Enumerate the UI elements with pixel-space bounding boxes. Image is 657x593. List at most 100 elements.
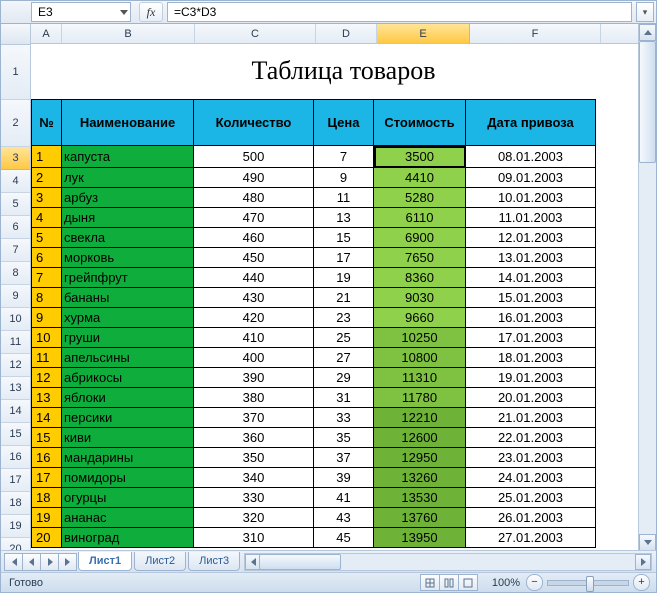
cell-num[interactable]: 8 (32, 288, 62, 308)
col-header-extra[interactable] (601, 24, 642, 44)
row-header-13[interactable]: 13 (1, 377, 31, 400)
row-header-4[interactable]: 4 (1, 170, 31, 193)
cell-price[interactable]: 11 (314, 188, 374, 208)
name-box-dropdown-icon[interactable] (120, 10, 128, 15)
cell-price[interactable]: 29 (314, 368, 374, 388)
zoom-in-button[interactable]: + (633, 574, 650, 591)
cell-date[interactable]: 10.01.2003 (466, 188, 596, 208)
zoom-percent[interactable]: 100% (492, 577, 520, 589)
cell-cost[interactable]: 12600 (374, 428, 466, 448)
col-header-D[interactable]: D (316, 24, 377, 44)
cell-date[interactable]: 15.01.2003 (466, 288, 596, 308)
cell-date[interactable]: 12.01.2003 (466, 228, 596, 248)
cell-date[interactable]: 17.01.2003 (466, 328, 596, 348)
cell-cost[interactable]: 13950 (374, 528, 466, 548)
cell-name[interactable]: виноград (62, 528, 194, 548)
cell-num[interactable]: 3 (32, 188, 62, 208)
cell-date[interactable]: 19.01.2003 (466, 368, 596, 388)
cell-cost[interactable]: 6110 (374, 208, 466, 228)
horizontal-scrollbar[interactable] (244, 553, 652, 571)
cell-qty[interactable]: 500 (194, 146, 314, 168)
row-header-1[interactable]: 1 (1, 45, 31, 100)
zoom-knob[interactable] (586, 576, 594, 592)
cell-name[interactable]: груши (62, 328, 194, 348)
formula-input[interactable]: =C3*D3 (167, 2, 632, 22)
cell-num[interactable]: 14 (32, 408, 62, 428)
cell-name[interactable]: огурцы (62, 488, 194, 508)
row-header-11[interactable]: 11 (1, 331, 31, 354)
cell-price[interactable]: 41 (314, 488, 374, 508)
cell-price[interactable]: 27 (314, 348, 374, 368)
cell-qty[interactable]: 340 (194, 468, 314, 488)
cell-cost[interactable]: 13260 (374, 468, 466, 488)
scroll-thumb[interactable] (639, 41, 656, 163)
row-header-2[interactable]: 2 (1, 100, 31, 147)
col-cost[interactable]: Стоимость (374, 100, 466, 146)
cell-qty[interactable]: 390 (194, 368, 314, 388)
cell-price[interactable]: 23 (314, 308, 374, 328)
zoom-slider[interactable] (547, 580, 629, 586)
row-header-14[interactable]: 14 (1, 400, 31, 423)
cell-name[interactable]: мандарины (62, 448, 194, 468)
vertical-scrollbar[interactable] (638, 24, 656, 551)
col-qty[interactable]: Количество (194, 100, 314, 146)
cell-price[interactable]: 7 (314, 146, 374, 168)
cell-date[interactable]: 14.01.2003 (466, 268, 596, 288)
cell-price[interactable]: 13 (314, 208, 374, 228)
cell-price[interactable]: 17 (314, 248, 374, 268)
cell-num[interactable]: 5 (32, 228, 62, 248)
sheet-tab-Лист1[interactable]: Лист1 (78, 552, 132, 571)
cell-cost[interactable]: 9030 (374, 288, 466, 308)
col-header-F[interactable]: F (470, 24, 601, 44)
cell-qty[interactable]: 430 (194, 288, 314, 308)
cell-qty[interactable]: 420 (194, 308, 314, 328)
cell-qty[interactable]: 460 (194, 228, 314, 248)
cell-num[interactable]: 9 (32, 308, 62, 328)
cell-qty[interactable]: 360 (194, 428, 314, 448)
cell-cost[interactable]: 12950 (374, 448, 466, 468)
row-header-15[interactable]: 15 (1, 423, 31, 446)
cell-num[interactable]: 17 (32, 468, 62, 488)
cell-name[interactable]: апельсины (62, 348, 194, 368)
cell-date[interactable]: 13.01.2003 (466, 248, 596, 268)
cell-qty[interactable]: 400 (194, 348, 314, 368)
cell-num[interactable]: 20 (32, 528, 62, 548)
cell-num[interactable]: 10 (32, 328, 62, 348)
view-layout-button[interactable] (439, 574, 459, 591)
cell-qty[interactable]: 380 (194, 388, 314, 408)
formula-expand-button[interactable]: ▾ (636, 2, 654, 22)
name-box[interactable]: E3 (31, 2, 131, 22)
hscroll-thumb[interactable] (259, 554, 341, 570)
cell-name[interactable]: свекла (62, 228, 194, 248)
cell-date[interactable]: 26.01.2003 (466, 508, 596, 528)
cell-name[interactable]: арбуз (62, 188, 194, 208)
scroll-up-button[interactable] (639, 24, 656, 41)
cell-num[interactable]: 4 (32, 208, 62, 228)
cell-name[interactable]: грейпфрут (62, 268, 194, 288)
cell-cost[interactable]: 6900 (374, 228, 466, 248)
cell-qty[interactable]: 370 (194, 408, 314, 428)
cell-num[interactable]: 7 (32, 268, 62, 288)
cell-price[interactable]: 37 (314, 448, 374, 468)
cell-qty[interactable]: 310 (194, 528, 314, 548)
title-cell[interactable]: Таблица товаров (31, 44, 656, 99)
tab-last-button[interactable] (58, 553, 77, 571)
scroll-track[interactable] (639, 41, 656, 534)
cell-price[interactable]: 15 (314, 228, 374, 248)
row-header-17[interactable]: 17 (1, 469, 31, 492)
cell-name[interactable]: киви (62, 428, 194, 448)
cell-name[interactable]: помидоры (62, 468, 194, 488)
view-break-button[interactable] (458, 574, 478, 591)
cell-price[interactable]: 31 (314, 388, 374, 408)
cell-date[interactable]: 21.01.2003 (466, 408, 596, 428)
cell-name[interactable]: хурма (62, 308, 194, 328)
cell-date[interactable]: 22.01.2003 (466, 428, 596, 448)
cell-num[interactable]: 19 (32, 508, 62, 528)
cell-cost[interactable]: 10250 (374, 328, 466, 348)
select-all-corner[interactable] (1, 24, 31, 45)
cell-name[interactable]: капуста (62, 146, 194, 168)
cell-date[interactable]: 11.01.2003 (466, 208, 596, 228)
cell-date[interactable]: 24.01.2003 (466, 468, 596, 488)
cell-cost[interactable]: 10800 (374, 348, 466, 368)
col-header-A[interactable]: A (31, 24, 62, 44)
